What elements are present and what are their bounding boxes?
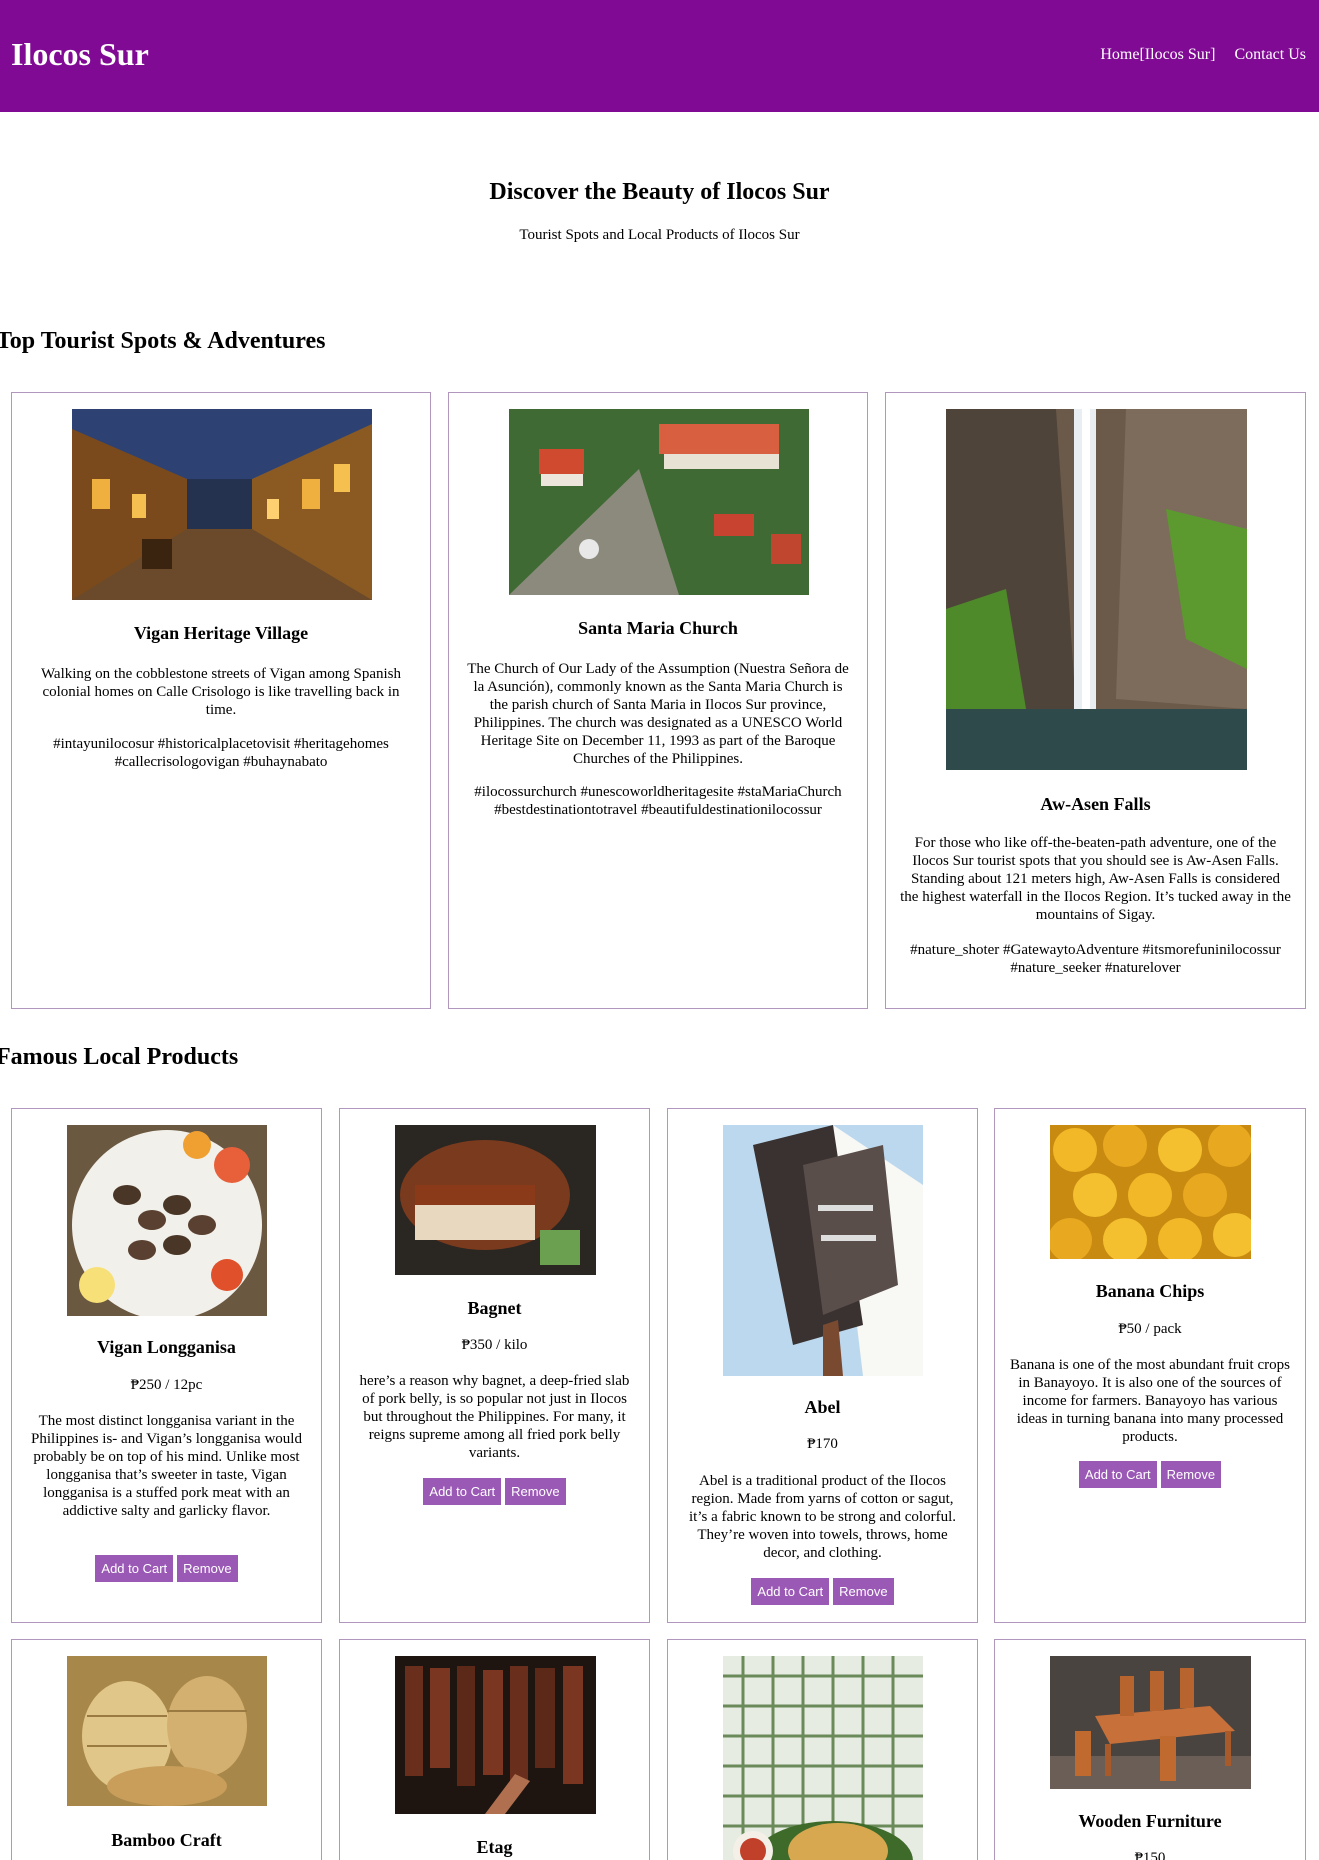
products-heading: Famous Local Products: [0, 1044, 239, 1070]
product-name: Wooden Furniture: [1078, 1811, 1222, 1831]
spot-name: Aw-Asen Falls: [1040, 794, 1151, 814]
product-name: Abel: [804, 1397, 841, 1417]
spot-tags: #intayunilocosur #historicalplacetovisit…: [53, 736, 389, 770]
remove-button[interactable]: Remove: [1160, 1461, 1222, 1488]
product-actions: Add to Cart Remove: [995, 1461, 1305, 1488]
product-image-abel: [723, 1125, 923, 1376]
product-actions: Add to Cart Remove: [340, 1478, 649, 1505]
product-name: Banana Chips: [1095, 1281, 1205, 1301]
product-price: ₱150: [1134, 1850, 1166, 1860]
add-to-cart-button[interactable]: Add to Cart: [95, 1555, 174, 1582]
spot-description: The Church of Our Lady of the Assumption…: [467, 661, 849, 767]
nav-link-contact[interactable]: Contact Us: [1234, 46, 1306, 63]
product-name: Bamboo Craft: [111, 1830, 222, 1850]
product-actions: Add to Cart Remove: [668, 1578, 977, 1605]
product-card: Wooden Furniture ₱150: [994, 1639, 1306, 1860]
product-card: Banana Chips ₱50 / pack Banana is one of…: [994, 1108, 1306, 1623]
add-to-cart-button[interactable]: Add to Cart: [423, 1478, 502, 1505]
spot-card: Santa Maria Church The Church of Our Lad…: [448, 392, 868, 1009]
product-description: Abel is a traditional product of the Ilo…: [688, 1473, 957, 1561]
product-image-longganisa: [67, 1125, 267, 1316]
product-actions: Add to Cart Remove: [12, 1555, 321, 1582]
spot-name: Santa Maria Church: [578, 618, 738, 638]
product-image-tablecloth-dish: [723, 1656, 923, 1860]
product-card: Etag: [339, 1639, 650, 1860]
product-description: here’s a reason why bagnet, a deep-fried…: [359, 1373, 630, 1461]
hero-title: Discover the Beauty of Ilocos Sur: [489, 179, 830, 205]
product-card: Bamboo Craft: [11, 1639, 322, 1860]
product-name: Vigan Longganisa: [97, 1337, 236, 1357]
product-description: Banana is one of the most abundant fruit…: [1010, 1357, 1290, 1445]
spot-tags: #nature_shoter #GatewaytoAdventure #itsm…: [910, 942, 1281, 976]
spot-card: Vigan Heritage Village Walking on the co…: [11, 392, 431, 1009]
product-price: ₱50 / pack: [1118, 1321, 1182, 1337]
product-card: [667, 1639, 978, 1860]
spot-description: For those who like off-the-beaten-path a…: [900, 835, 1291, 923]
product-image-wooden-furniture: [1050, 1656, 1251, 1789]
add-to-cart-button[interactable]: Add to Cart: [1078, 1461, 1157, 1488]
site-header: Ilocos Sur Home[Ilocos Sur] Contact Us: [0, 0, 1319, 112]
product-name: Bagnet: [467, 1298, 522, 1318]
spot-card: Aw-Asen Falls For those who like off-the…: [885, 392, 1306, 1009]
spot-description: Walking on the cobblestone streets of Vi…: [40, 666, 402, 718]
main-nav: Home[Ilocos Sur] Contact Us: [1100, 46, 1306, 64]
spot-image-santa-maria: [509, 409, 809, 595]
site-title: Ilocos Sur: [11, 36, 149, 72]
spot-image-vigan: [72, 409, 372, 600]
product-image-bagnet: [395, 1125, 596, 1275]
product-image-banana-chips: [1050, 1125, 1251, 1259]
product-card: Bagnet ₱350 / kilo here’s a reason why b…: [339, 1108, 650, 1623]
spot-name: Vigan Heritage Village: [133, 623, 309, 643]
hero-subtitle: Tourist Spots and Local Products of Iloc…: [519, 227, 800, 243]
product-name: Etag: [476, 1837, 513, 1857]
product-image-bamboo-craft: [67, 1656, 267, 1806]
spot-image-aw-asen: [946, 409, 1247, 770]
add-to-cart-button[interactable]: Add to Cart: [751, 1578, 830, 1605]
product-card: Abel ₱170 Abel is a traditional product …: [667, 1108, 978, 1623]
product-card: Vigan Longganisa ₱250 / 12pc The most di…: [11, 1108, 322, 1623]
product-price: ₱170: [807, 1436, 838, 1452]
remove-button[interactable]: Remove: [177, 1555, 238, 1582]
spot-tags: #ilocossurchurch #unescoworldheritagesit…: [474, 784, 842, 818]
nav-link-home[interactable]: Home[Ilocos Sur]: [1100, 46, 1215, 63]
product-price: ₱250 / 12pc: [130, 1377, 203, 1393]
product-price: ₱350 / kilo: [461, 1337, 528, 1353]
product-description: The most distinct longganisa variant in …: [31, 1413, 302, 1519]
remove-button[interactable]: Remove: [833, 1578, 894, 1605]
remove-button[interactable]: Remove: [505, 1478, 566, 1505]
product-image-etag: [395, 1656, 596, 1814]
spots-heading: Top Tourist Spots & Adventures: [0, 328, 326, 354]
